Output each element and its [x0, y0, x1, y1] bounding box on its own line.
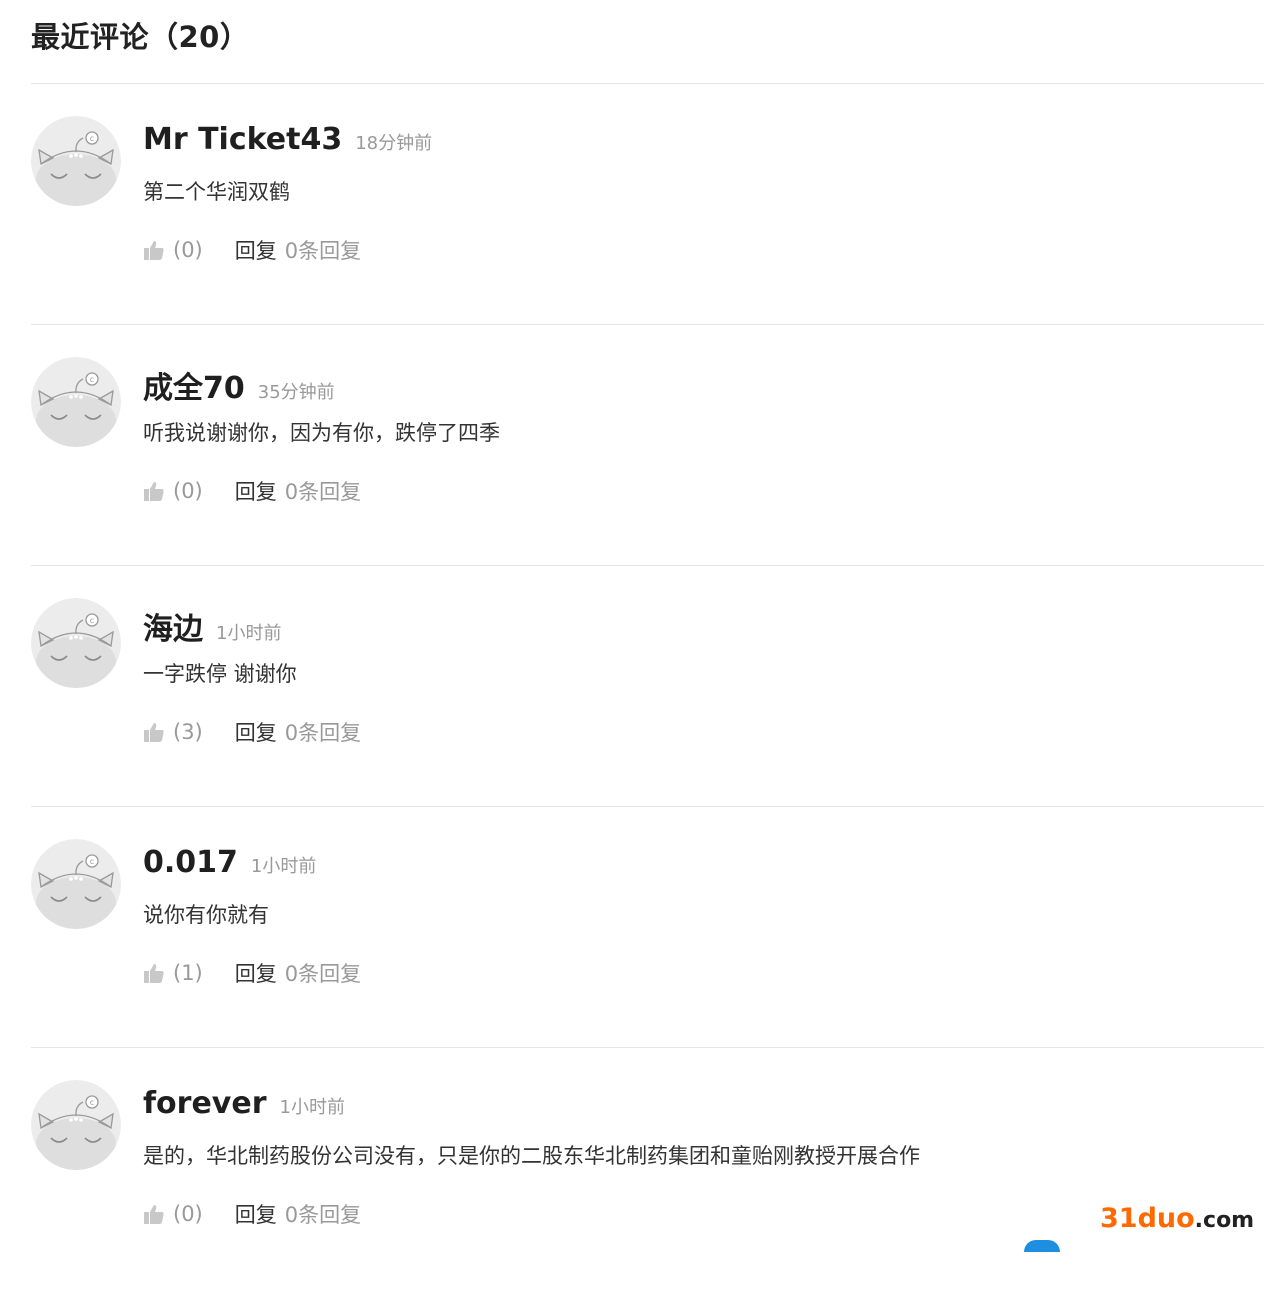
comment-item: c forever 1小时前 是的，华北制药股份公司没有，只是你的二股东华北制药…: [31, 1048, 1264, 1289]
reply-button[interactable]: 回复: [235, 1199, 277, 1229]
svg-text:c: c: [90, 134, 94, 143]
floating-button-edge[interactable]: [1024, 1240, 1060, 1252]
comment-text: 一字跌停 谢谢你: [143, 662, 297, 686]
reply-count[interactable]: 0条回复: [285, 1199, 361, 1229]
comment-time: 1小时前: [250, 856, 317, 877]
comment-header: 海边 1小时前: [143, 604, 281, 648]
reply-count[interactable]: 0条回复: [285, 958, 361, 988]
comment-item: c Mr Ticket43 18分钟前 第二个华润双鹤 (0) 回复 0条回复: [31, 84, 1264, 325]
default-avatar-icon[interactable]: c: [31, 839, 121, 929]
svg-text:c: c: [90, 857, 94, 866]
svg-text:c: c: [90, 616, 94, 625]
comment-header: forever 1小时前: [143, 1086, 345, 1121]
comment-actions: (3) 回复 0条回复: [143, 717, 361, 747]
user-name[interactable]: Mr Ticket43: [143, 122, 342, 157]
comment-actions: (0) 回复 0条回复: [143, 235, 361, 265]
reply-count[interactable]: 0条回复: [285, 235, 361, 265]
comment-time: 35分钟前: [257, 382, 335, 403]
like-count: (0): [173, 1202, 203, 1226]
like-button[interactable]: (1): [143, 961, 203, 985]
reply-count[interactable]: 0条回复: [285, 717, 361, 747]
comment-list: c Mr Ticket43 18分钟前 第二个华润双鹤 (0) 回复 0条回复: [0, 84, 1264, 1289]
user-name[interactable]: forever: [143, 1086, 267, 1121]
section-title: 最近评论（20）: [31, 20, 250, 54]
reply-count[interactable]: 0条回复: [285, 476, 361, 506]
reply-button[interactable]: 回复: [235, 476, 277, 506]
user-name[interactable]: 0.017: [143, 845, 238, 880]
comment-text: 听我说谢谢你，因为有你，跌停了四季: [143, 421, 500, 445]
like-button[interactable]: (0): [143, 238, 203, 262]
comment-time: 1小时前: [216, 623, 282, 644]
default-avatar-icon[interactable]: c: [31, 116, 121, 206]
default-avatar-icon[interactable]: c: [31, 357, 121, 447]
watermark-domain: .com: [1194, 1208, 1255, 1233]
like-count: (3): [173, 720, 203, 744]
comment-header: 0.017 1小时前: [143, 845, 316, 880]
comment-header: Mr Ticket43 18分钟前: [143, 122, 432, 157]
default-avatar-icon[interactable]: c: [31, 1080, 121, 1170]
reply-button[interactable]: 回复: [235, 958, 277, 988]
like-button[interactable]: (3): [143, 720, 203, 744]
like-button[interactable]: (0): [143, 479, 203, 503]
thumbs-up-icon: [144, 964, 164, 983]
like-count: (1): [173, 961, 203, 985]
thumbs-up-icon: [144, 723, 164, 742]
comment-actions: (0) 回复 0条回复: [143, 476, 361, 506]
comment-text: 第二个华润双鹤: [143, 180, 290, 204]
watermark-logo: 31duo.com: [1100, 1203, 1254, 1234]
svg-text:c: c: [90, 1098, 94, 1107]
comment-item: c 0.017 1小时前 说你有你就有 (1) 回复 0条回复: [31, 807, 1264, 1048]
comment-item: c 海边 1小时前 一字跌停 谢谢你 (3) 回复 0条回复: [31, 566, 1264, 807]
comment-time: 18分钟前: [355, 133, 433, 154]
reply-button[interactable]: 回复: [235, 235, 277, 265]
user-name[interactable]: 成全70: [143, 363, 245, 407]
like-count: (0): [173, 238, 203, 262]
comment-text: 是的，华北制药股份公司没有，只是你的二股东华北制药集团和童贻刚教授开展合作: [143, 1144, 920, 1168]
default-avatar-icon[interactable]: c: [31, 598, 121, 688]
comment-item: c 成全70 35分钟前 听我说谢谢你，因为有你，跌停了四季 (0) 回复 0条…: [31, 325, 1264, 566]
user-name[interactable]: 海边: [143, 604, 203, 648]
comment-header: 成全70 35分钟前: [143, 363, 335, 407]
thumbs-up-icon: [144, 241, 164, 260]
comment-time: 1小时前: [279, 1097, 345, 1118]
like-button[interactable]: (0): [143, 1202, 203, 1226]
like-count: (0): [173, 479, 203, 503]
comment-text: 说你有你就有: [143, 903, 269, 927]
comment-actions: (1) 回复 0条回复: [143, 958, 361, 988]
comment-actions: (0) 回复 0条回复: [143, 1199, 361, 1229]
reply-button[interactable]: 回复: [235, 717, 277, 747]
watermark-text: 31duo: [1100, 1203, 1195, 1234]
svg-text:c: c: [90, 375, 94, 384]
thumbs-up-icon: [144, 482, 164, 501]
thumbs-up-icon: [144, 1205, 164, 1224]
